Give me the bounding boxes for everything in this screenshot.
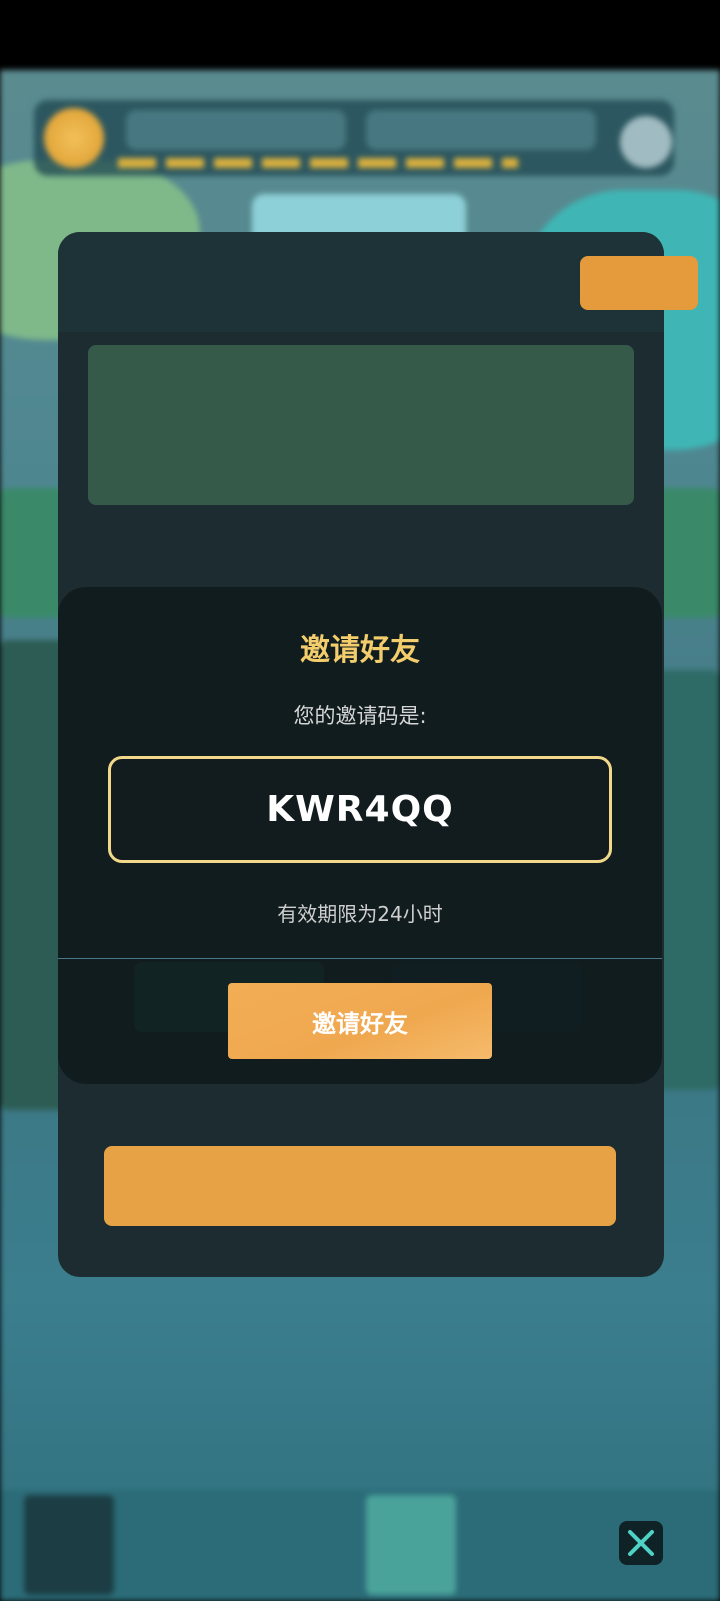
- close-button[interactable]: [619, 1521, 663, 1565]
- behind-panel-header: [58, 232, 664, 332]
- coin-icon: [44, 108, 104, 168]
- hud-resource-pill: [126, 110, 346, 150]
- validity-text: 有效期限为24小时: [277, 902, 443, 926]
- gear-icon: [620, 116, 672, 168]
- behind-text-box: [88, 345, 634, 505]
- nav-tile: [24, 1495, 114, 1595]
- invite-code-box[interactable]: KWR4QQ: [108, 756, 612, 863]
- behind-invite-button: [104, 1146, 616, 1226]
- nav-tile: [366, 1495, 456, 1595]
- invite-dialog: 邀请好友 您的邀请码是: KWR4QQ 有效期限为24小时 邀请好友: [58, 587, 662, 1084]
- hud-resource-pill: [366, 110, 596, 150]
- invite-friend-button[interactable]: 邀请好友: [228, 983, 492, 1059]
- invite-code-label: 您的邀请码是:: [293, 704, 427, 728]
- hud-progress-bar: [118, 158, 518, 168]
- behind-orange-tag: [580, 256, 698, 310]
- divider: [58, 958, 662, 959]
- invite-code-value: KWR4QQ: [266, 789, 454, 830]
- status-bar-area: [0, 0, 720, 70]
- close-icon: [628, 1530, 654, 1556]
- dialog-title: 邀请好友: [300, 633, 420, 668]
